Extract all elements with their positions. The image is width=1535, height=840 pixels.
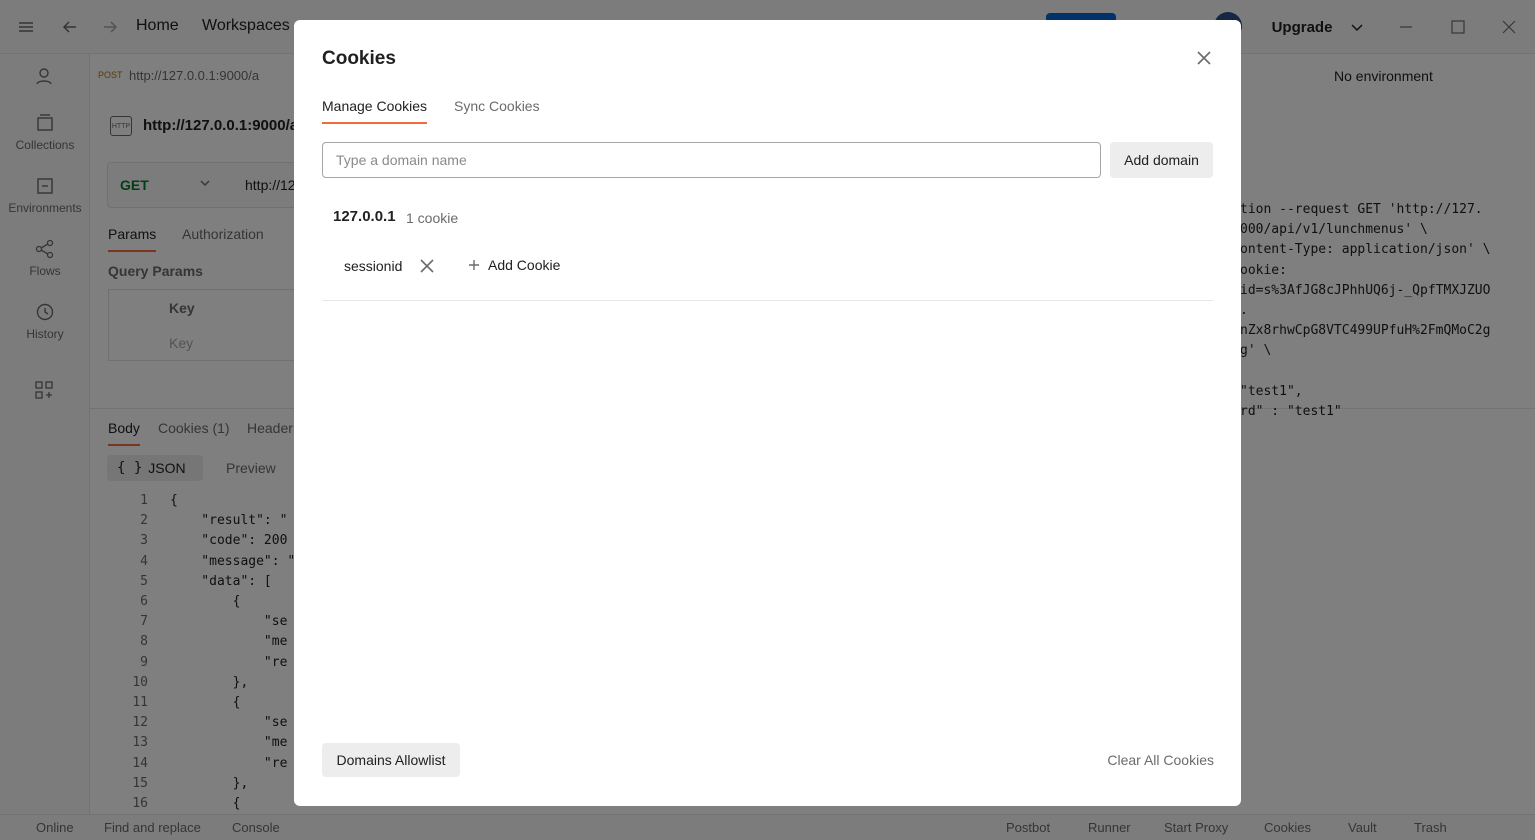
add-domain-button[interactable]: Add domain [1110,142,1213,178]
cookie-count: 1 cookie [406,210,459,226]
cookies-modal: Cookies Manage Cookies Sync Cookies Add … [294,20,1241,806]
add-cookie-button[interactable]: Add Cookie [468,254,560,276]
clear-all-cookies-button[interactable]: Clear All Cookies [1084,743,1214,777]
app-window: Home Workspaces Upgrade Collections [0,0,1535,840]
cookie-name[interactable]: sessionid [344,258,402,274]
tab-sync-cookies[interactable]: Sync Cookies [454,98,540,114]
add-cookie-label: Add Cookie [488,257,561,273]
domain-name-input[interactable] [322,142,1101,178]
cookie-chip[interactable]: sessionid [332,250,436,282]
close-icon[interactable] [1192,46,1216,70]
remove-cookie-icon[interactable] [418,257,436,275]
divider [322,300,1213,301]
domain-name: 127.0.0.1 [333,208,396,225]
tab-manage-cookies[interactable]: Manage Cookies [322,98,428,124]
modal-title: Cookies [322,48,396,69]
domains-allowlist-button[interactable]: Domains Allowlist [322,743,460,777]
plus-icon [468,259,480,271]
